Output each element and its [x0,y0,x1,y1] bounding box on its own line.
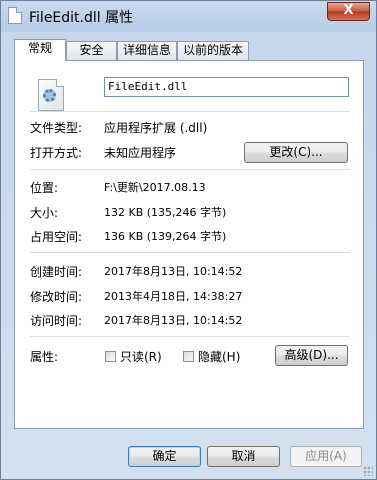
ok-button[interactable]: 确定 [128,446,201,467]
apply-button[interactable]: 应用(A) [290,446,362,467]
accessed-value: 2017年8月13日, 10:14:52 [104,314,243,327]
size-on-disk-label: 占用空间: [30,230,83,244]
modified-label: 修改时间: [30,290,83,304]
divider [30,169,350,170]
general-panel: FileEdit.dll 文件类型: 应用程序扩展 (.dll) 打开方式: 未… [14,60,364,429]
tab-details[interactable]: 详细信息 [117,41,177,60]
file-icon [8,7,22,24]
file-type-label: 文件类型: [30,121,83,135]
tab-general[interactable]: 常规 [14,39,66,61]
size-on-disk-value: 136 KB (139,264 字节) [104,230,227,243]
cancel-button[interactable]: 取消 [207,446,280,467]
created-value: 2017年8月13日, 10:14:52 [104,265,243,278]
window-title: FileEdit.dll 属性 [29,10,134,26]
hidden-checkbox[interactable] [183,351,194,362]
file-name-input[interactable]: FileEdit.dll [104,77,349,97]
accessed-label: 访问时间: [30,314,83,328]
tab-bar: 常规 安全 详细信息 以前的版本 [14,39,364,61]
hidden-label[interactable]: 隐藏(H) [198,348,240,365]
file-type-value: 应用程序扩展 (.dll) [104,121,208,135]
size-label: 大小: [30,206,59,220]
change-button[interactable]: 更改(C)... [244,142,348,163]
title-bar[interactable]: FileEdit.dll 属性 X [1,1,376,31]
created-label: 创建时间: [30,265,83,279]
attributes-label: 属性: [30,350,59,364]
gear-icon [43,89,56,102]
readonly-label[interactable]: 只读(R) [120,348,162,365]
readonly-checkbox[interactable] [105,351,116,362]
location-label: 位置: [30,181,59,195]
advanced-button[interactable]: 高级(D)... [275,345,348,366]
modified-value: 2013年4月18日, 14:38:27 [104,290,243,303]
close-button[interactable]: X [327,2,370,21]
tab-security[interactable]: 安全 [66,41,117,60]
open-with-label: 打开方式: [30,146,83,160]
resize-grip[interactable] [363,466,373,476]
tab-previous-versions[interactable]: 以前的版本 [177,41,249,60]
open-with-value: 未知应用程序 [104,146,177,160]
divider [30,111,350,112]
location-value: F:\更新\2017.08.13 [104,181,206,194]
size-value: 132 KB (135,246 字节) [104,206,227,219]
properties-window: FileEdit.dll 属性 X 常规 安全 详细信息 以前的版本 FileE… [0,0,377,480]
dll-file-icon [38,79,64,111]
divider [30,252,350,253]
divider [30,336,350,337]
